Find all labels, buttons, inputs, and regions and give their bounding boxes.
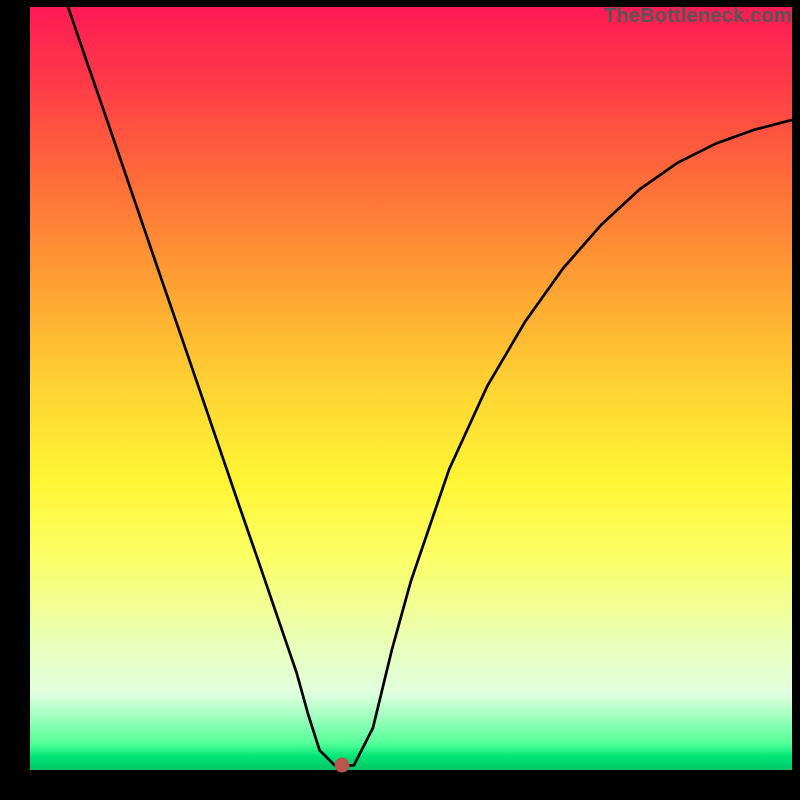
attribution-text: TheBottleneck.com [604, 5, 792, 28]
plot-area-wrap [30, 7, 792, 770]
chart-svg [30, 7, 792, 770]
chart-frame: TheBottleneck.com [0, 0, 800, 800]
bottleneck-curve [68, 7, 792, 765]
minimum-marker-icon [335, 758, 350, 773]
